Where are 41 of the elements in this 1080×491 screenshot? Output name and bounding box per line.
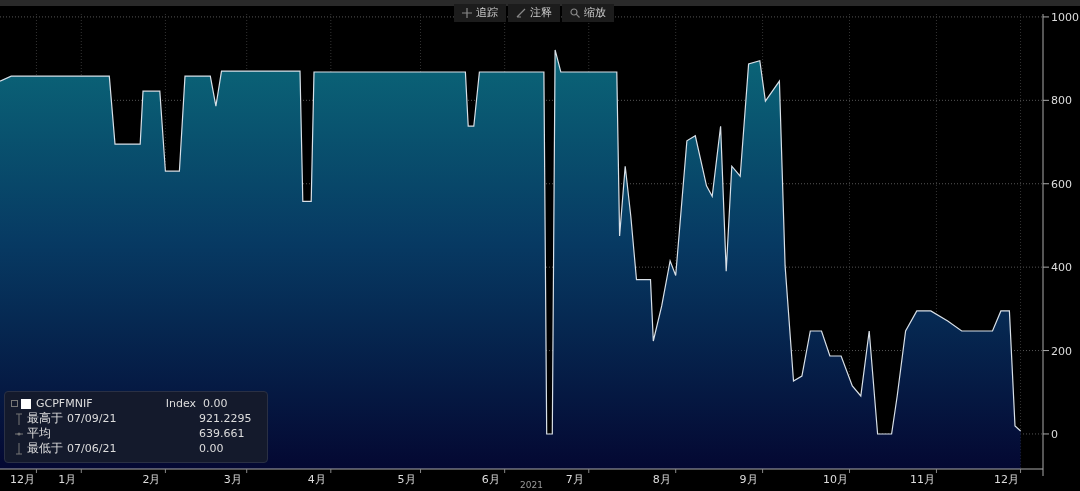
- x-tick-label: 7月: [565, 473, 584, 486]
- y-tick-label: 1000: [1051, 10, 1079, 24]
- unit-label: Index: [165, 396, 196, 411]
- x-axis-label: 2021: [520, 480, 543, 490]
- x-tick-label: 11月: [909, 473, 935, 486]
- y-tick-label: 200: [1051, 344, 1072, 358]
- stat-label: 最高于: [27, 411, 63, 426]
- max-marker-icon: [15, 412, 23, 425]
- x-tick-label: 9月: [739, 473, 758, 486]
- x-tick-label: 4月: [307, 473, 326, 486]
- stat-label: 平均: [27, 426, 51, 441]
- x-tick-label: 12月: [9, 473, 35, 486]
- series-name: GCPFMNIF: [36, 396, 93, 411]
- x-tick-label: 3月: [223, 473, 242, 486]
- stat-label: 最低于: [27, 441, 63, 456]
- stat-value: 921.2295: [199, 411, 253, 426]
- x-tick-label: 5月: [397, 473, 416, 486]
- stat-value: 639.661: [199, 426, 246, 441]
- min-marker-icon: [15, 442, 23, 455]
- x-tick-label: 1月: [58, 473, 77, 486]
- toolbar-button[interactable]: 追踪: [454, 4, 506, 22]
- toolbar-button[interactable]: 注释: [508, 4, 560, 22]
- x-tick-label: 2月: [142, 473, 161, 486]
- stat-value: 0.00: [199, 441, 225, 456]
- y-tick-label: 800: [1051, 94, 1072, 108]
- stat-date: 07/09/21: [67, 411, 117, 426]
- x-tick-label: 8月: [652, 473, 671, 486]
- y-tick-label: 0: [1051, 427, 1058, 441]
- stat-date: 07/06/21: [67, 441, 117, 456]
- x-tick-label: 10月: [823, 473, 848, 486]
- crosshair-icon: [462, 8, 472, 18]
- series-swatch: [21, 398, 31, 409]
- series-value: 0.00: [203, 396, 229, 411]
- x-tick-label: 12月: [994, 473, 1020, 486]
- y-tick-label: 600: [1051, 177, 1072, 191]
- search-icon: [570, 8, 580, 18]
- y-tick-label: 400: [1051, 261, 1072, 275]
- x-tick-label: 6月: [481, 473, 500, 486]
- toolbar-button[interactable]: 缩放: [562, 4, 614, 22]
- collapse-icon[interactable]: [11, 400, 18, 407]
- pencil-icon: [516, 8, 526, 18]
